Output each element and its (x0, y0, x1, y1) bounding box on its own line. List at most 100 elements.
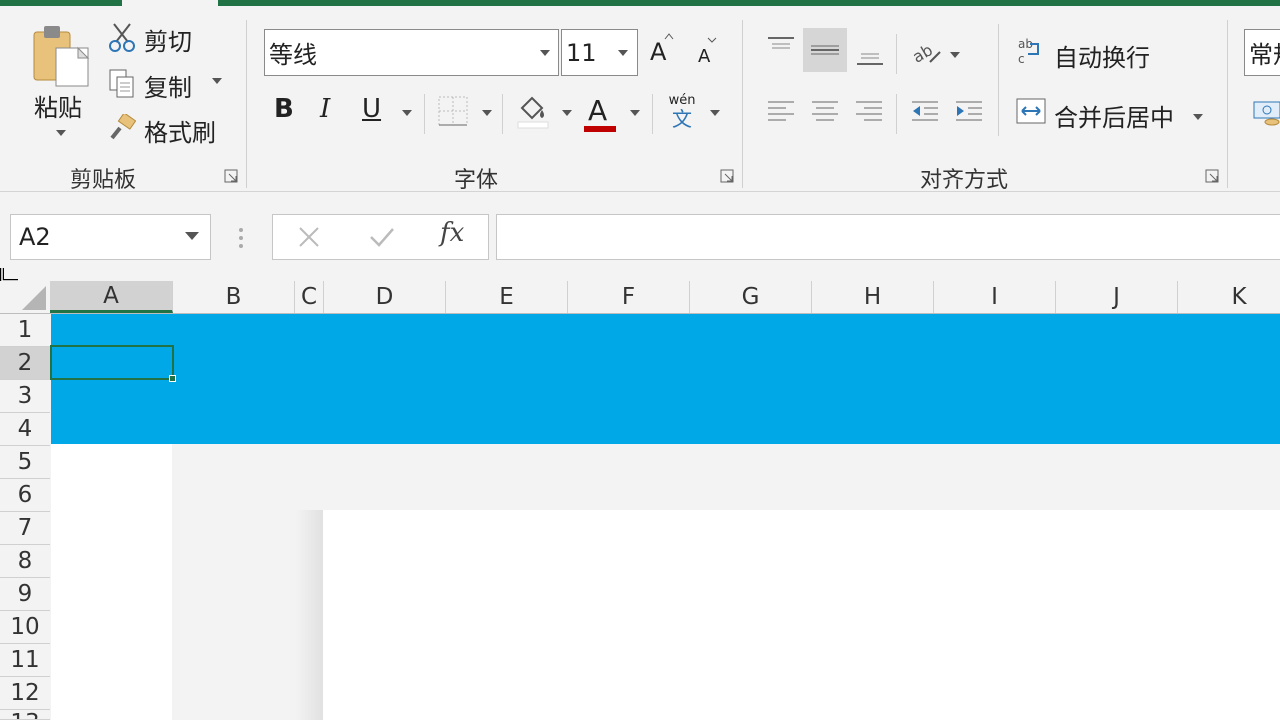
wrap-text-button[interactable]: 自动换行 (1054, 38, 1150, 73)
row-header-column: 1 2 3 4 5 6 7 8 9 10 11 12 13 (0, 314, 50, 720)
row-header-6[interactable]: 6 (0, 479, 50, 512)
column-header-row: A B C D E F G H I J K (0, 281, 1280, 314)
paste-button[interactable]: 粘贴 (34, 88, 82, 123)
row-header-10[interactable]: 10 (0, 611, 50, 644)
row-header-8[interactable]: 8 (0, 545, 50, 578)
font-name-dropdown-arrow[interactable] (540, 50, 550, 56)
row-header-9[interactable]: 9 (0, 578, 50, 611)
paste-dropdown-arrow[interactable] (56, 130, 66, 136)
cancel-icon[interactable] (296, 224, 322, 250)
overlay-panel-shadow (296, 510, 323, 720)
name-box-dropdown-arrow[interactable] (185, 232, 199, 240)
font-size-value: 11 (566, 38, 597, 67)
toolbar-separator (424, 94, 425, 134)
phonetic-dropdown-arrow[interactable] (710, 110, 720, 116)
toolbar-separator (502, 94, 503, 134)
font-size-dropdown-arrow[interactable] (618, 50, 628, 56)
row-header-2[interactable]: 2 (0, 347, 50, 380)
row-header-13[interactable]: 13 (0, 710, 50, 720)
column-header-c[interactable]: C (295, 281, 324, 313)
italic-button[interactable]: I (320, 94, 330, 124)
svg-text:ab: ab (910, 40, 936, 66)
fill-handle[interactable] (169, 375, 176, 382)
row-header-7[interactable]: 7 (0, 512, 50, 545)
cut-button[interactable]: 剪切 (144, 22, 192, 57)
fill-color-icon[interactable] (516, 94, 550, 130)
column-header-d[interactable]: D (324, 281, 446, 313)
insert-function-button[interactable]: fx (440, 218, 464, 248)
row-header-4[interactable]: 4 (0, 413, 50, 446)
ribbon: 粘贴 剪切 复制 格式刷 剪贴板 等线 11 A A B I U A wén 文… (0, 6, 1280, 193)
borders-dropdown-arrow[interactable] (482, 110, 492, 116)
column-header-i[interactable]: I (934, 281, 1056, 313)
bottom-align-icon[interactable] (855, 44, 885, 68)
column-header-j[interactable]: J (1056, 281, 1178, 313)
middle-align-button[interactable] (803, 28, 847, 72)
copy-dropdown-arrow[interactable] (212, 78, 222, 84)
group-separator (742, 20, 743, 188)
align-left-icon[interactable] (766, 98, 796, 126)
toolbar-separator (896, 94, 897, 134)
toolbar-separator (652, 94, 653, 134)
column-header-g[interactable]: G (690, 281, 812, 313)
alignment-launcher-icon[interactable] (1205, 168, 1219, 183)
font-name-value: 等线 (269, 41, 317, 69)
formula-input[interactable] (496, 214, 1280, 260)
paste-icon[interactable] (30, 24, 92, 90)
merge-center-dropdown-arrow[interactable] (1193, 114, 1203, 120)
merge-center-button[interactable]: 合并后居中 (1054, 98, 1174, 133)
merge-center-icon (1016, 96, 1046, 126)
select-all-icon[interactable] (18, 284, 48, 312)
font-name-combo[interactable]: 等线 (264, 29, 559, 76)
fill-color-dropdown-arrow[interactable] (562, 110, 572, 116)
align-center-icon[interactable] (810, 98, 840, 126)
group-separator (1227, 20, 1228, 188)
toolbar-separator (896, 34, 897, 74)
column-header-b[interactable]: B (173, 281, 295, 313)
shrink-font-button[interactable]: A (698, 46, 710, 67)
font-color-dropdown-arrow[interactable] (630, 110, 640, 116)
enter-icon[interactable] (368, 224, 396, 250)
row-header-11[interactable]: 11 (0, 644, 50, 677)
number-format-combo[interactable]: 常规 (1244, 29, 1280, 76)
grow-font-button[interactable]: A (650, 38, 666, 66)
underline-dropdown-arrow[interactable] (402, 110, 412, 116)
copy-button[interactable]: 复制 (144, 68, 192, 103)
increase-indent-icon[interactable] (954, 98, 984, 126)
column-a-cells[interactable] (51, 444, 172, 720)
grow-font-arrow-icon (664, 33, 674, 40)
wrap-text-icon: ab c (1016, 36, 1044, 66)
decrease-indent-icon[interactable] (910, 98, 940, 126)
column-header-e[interactable]: E (446, 281, 568, 313)
column-header-k[interactable]: K (1178, 281, 1280, 313)
top-align-icon[interactable] (766, 34, 796, 58)
row-header-5[interactable]: 5 (0, 446, 50, 479)
alignment-group-label: 对齐方式 (920, 168, 1009, 193)
excel-window: 粘贴 剪切 复制 格式刷 剪贴板 等线 11 A A B I U A wén 文… (0, 0, 1280, 720)
row-header-3[interactable]: 3 (0, 380, 50, 413)
column-header-h[interactable]: H (812, 281, 934, 313)
orientation-dropdown-arrow[interactable] (950, 52, 960, 58)
formula-bar-grip-icon[interactable] (236, 226, 246, 250)
clipboard-launcher-icon[interactable] (224, 168, 238, 183)
borders-icon[interactable] (438, 96, 468, 126)
column-header-f[interactable]: F (568, 281, 690, 313)
font-color-button[interactable]: A (588, 94, 607, 127)
filled-cell-range[interactable] (51, 314, 1280, 444)
name-box[interactable]: A2 (10, 214, 211, 260)
orientation-icon[interactable]: ab (909, 36, 942, 67)
format-painter-button[interactable]: 格式刷 (144, 113, 216, 148)
align-right-icon[interactable] (854, 98, 884, 126)
font-launcher-icon[interactable] (720, 168, 734, 183)
active-cell-selection[interactable] (50, 345, 174, 380)
underline-button[interactable]: U (362, 94, 381, 124)
bold-button[interactable]: B (274, 94, 294, 124)
phonetic-guide-button[interactable]: wén 文 (666, 94, 698, 131)
column-header-a[interactable]: A (50, 281, 173, 313)
svg-text:c: c (1018, 52, 1025, 66)
group-separator (246, 20, 247, 188)
row-header-12[interactable]: 12 (0, 677, 50, 710)
font-color-glyph: A (588, 94, 608, 127)
currency-format-icon[interactable] (1252, 98, 1280, 128)
row-header-1[interactable]: 1 (0, 314, 50, 347)
